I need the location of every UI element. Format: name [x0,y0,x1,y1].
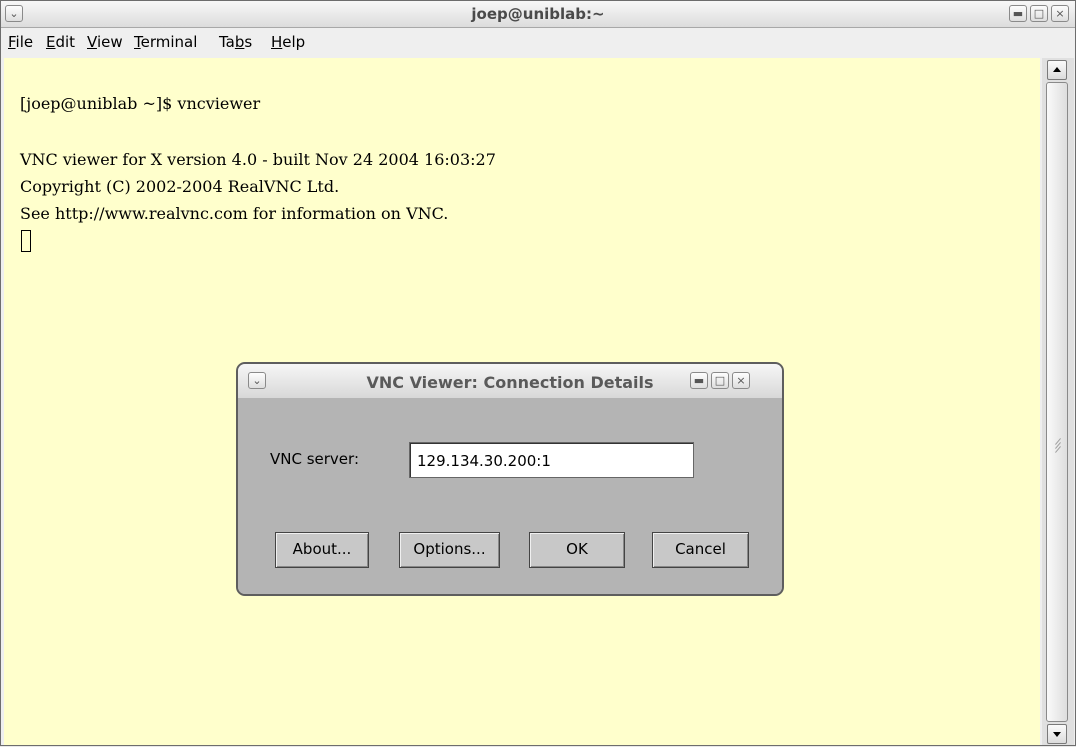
window-title: joep@uniblab:~ [471,5,605,23]
dialog-minimize-icon[interactable]: ▬ [690,372,708,389]
dialog-close-icon[interactable]: × [732,372,750,389]
terminal-line: Copyright (C) 2002-2004 RealVNC Ltd. [20,177,340,196]
scroll-down-icon[interactable] [1047,724,1067,744]
terminal-cursor [21,230,31,252]
connection-details-dialog: ⌄ VNC Viewer: Connection Details ▬ □ × V… [236,362,784,596]
cancel-button[interactable]: Cancel [652,532,749,568]
about-button[interactable]: About... [275,532,369,568]
scroll-up-icon[interactable] [1047,60,1067,80]
dialog-maximize-icon[interactable]: □ [711,372,729,389]
vertical-scrollbar[interactable] [1042,58,1074,745]
menu-edit[interactable]: Edit [46,33,75,51]
terminal-line: [joep@uniblab ~]$ vncviewer [20,94,261,113]
terminal-line: VNC viewer for X version 4.0 - built Nov… [20,150,496,169]
window-titlebar[interactable]: ⌄ joep@uniblab:~ ▬ □ × [1,1,1075,28]
dialog-titlebar[interactable]: ⌄ VNC Viewer: Connection Details ▬ □ × [238,364,782,398]
dialog-body: VNC server: 129.134.30.200:1 About... Op… [238,398,782,594]
terminal-line: See http://www.realvnc.com for informati… [20,204,449,223]
close-icon[interactable]: × [1051,5,1069,22]
menu-terminal[interactable]: Terminal [134,33,197,51]
menu-tabs[interactable]: Tabs [219,33,252,51]
options-button[interactable]: Options... [399,532,500,568]
maximize-icon[interactable]: □ [1030,5,1048,22]
menu-view[interactable]: View [87,33,123,51]
menubar: File Edit View Terminal Tabs Help [1,28,1075,57]
minimize-icon[interactable]: ▬ [1009,5,1027,22]
ok-button[interactable]: OK [529,532,625,568]
menu-help[interactable]: Help [271,33,305,51]
vnc-server-label: VNC server: [270,450,359,468]
menu-file[interactable]: File [8,33,33,51]
scrollbar-thumb[interactable] [1046,82,1068,722]
vnc-server-input[interactable]: 129.134.30.200:1 [409,442,694,478]
